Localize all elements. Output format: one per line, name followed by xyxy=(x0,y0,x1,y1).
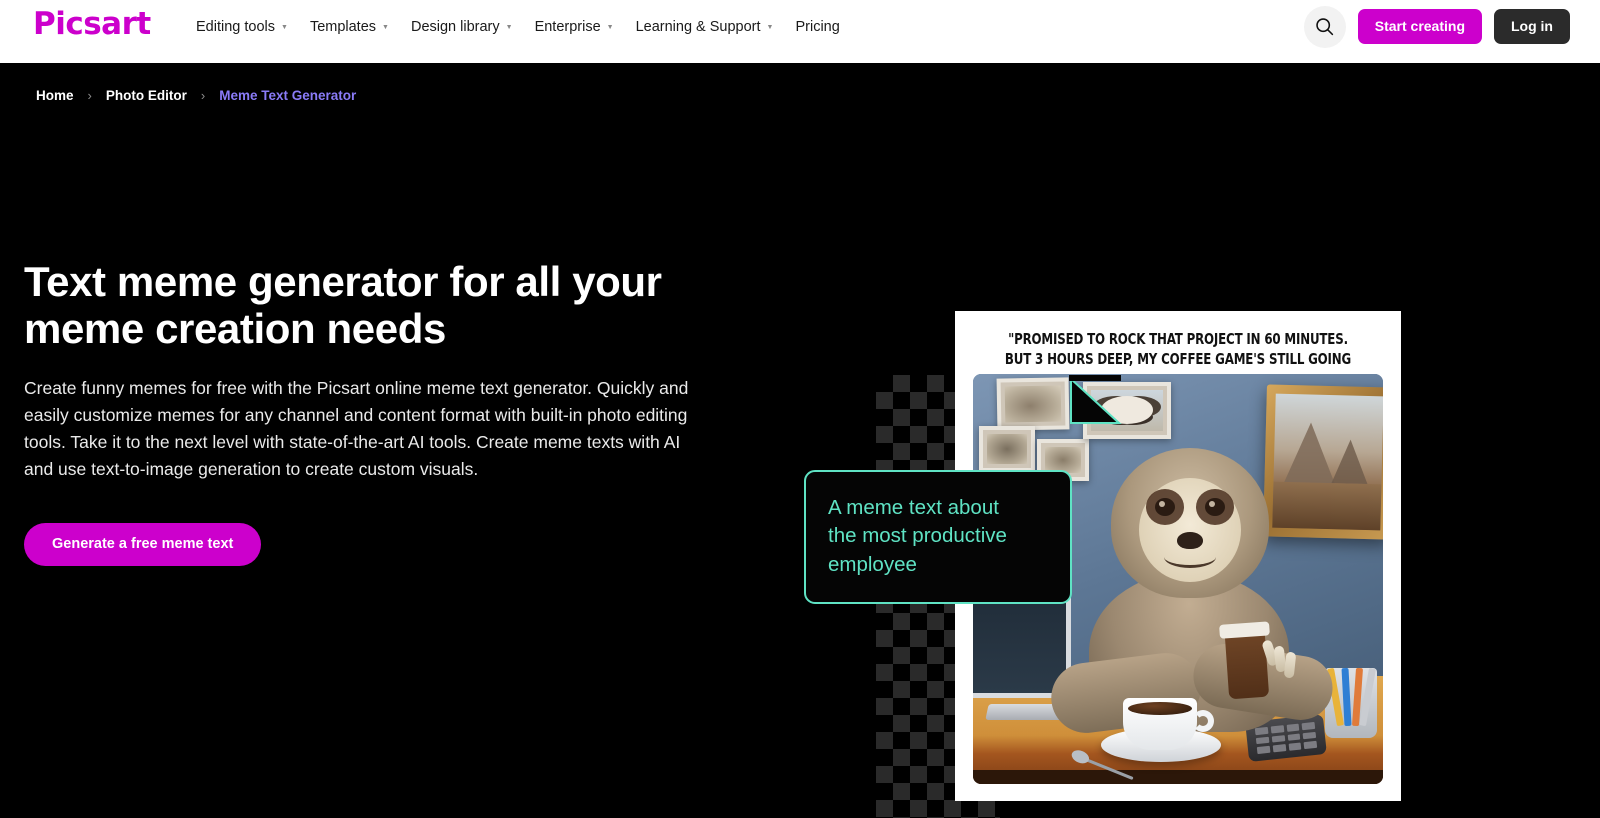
main-navigation: Editing tools ▼ Templates ▼ Design libra… xyxy=(196,0,862,53)
chevron-down-icon: ▼ xyxy=(505,24,513,31)
meme-preview-stage: "PROMISED TO ROCK THAT PROJECT IN 60 MIN… xyxy=(804,248,1436,818)
breadcrumb-separator-icon: › xyxy=(87,88,92,103)
chevron-down-icon: ▼ xyxy=(606,24,614,31)
wall-picture-frame xyxy=(996,377,1070,431)
nav-label: Design library xyxy=(410,18,500,35)
header-actions: Start creating Log in xyxy=(1303,0,1570,53)
chevron-down-icon: ▼ xyxy=(382,24,389,31)
chevron-down-icon: ▼ xyxy=(766,24,774,31)
search-button[interactable] xyxy=(1303,5,1346,48)
nav-item-templates[interactable]: Templates ▼ xyxy=(310,19,389,35)
wall-picture-frame xyxy=(979,426,1035,472)
search-icon xyxy=(1316,18,1334,36)
nav-item-editing-tools[interactable]: Editing tools ▼ xyxy=(196,19,288,35)
start-creating-button[interactable]: Start creating xyxy=(1357,9,1482,44)
breadcrumb-item-current[interactable]: Meme Text Generator xyxy=(219,88,356,103)
nav-label: Learning & Support xyxy=(635,18,761,35)
picsart-logo[interactable]: Picsart xyxy=(33,9,151,40)
generate-meme-text-button[interactable]: Generate a free meme text xyxy=(24,522,262,566)
chevron-down-icon: ▼ xyxy=(281,24,288,31)
speech-bubble-text: A meme text about the most productive em… xyxy=(828,496,1007,576)
nav-label: Enterprise xyxy=(534,18,601,35)
nav-label: Templates xyxy=(309,18,377,35)
sloth-illustration xyxy=(1047,442,1338,737)
login-button[interactable]: Log in xyxy=(1494,9,1570,44)
site-header: Picsart Editing tools ▼ Templates ▼ Desi… xyxy=(0,0,1600,63)
coffee-cup xyxy=(1123,698,1214,750)
nav-label: Editing tools xyxy=(196,18,275,35)
wall-picture-frame-sloth-photo xyxy=(1083,382,1171,439)
breadcrumb-item-home[interactable]: Home xyxy=(36,88,74,103)
breadcrumb: Home › Photo Editor › Meme Text Generato… xyxy=(36,88,356,103)
nav-label: Pricing xyxy=(795,18,840,35)
page-title: Text meme generator for all your meme cr… xyxy=(24,258,662,353)
page-body: Home › Photo Editor › Meme Text Generato… xyxy=(0,63,1600,818)
meme-text-speech-bubble[interactable]: A meme text about the most productive em… xyxy=(804,470,1072,604)
hero-text-column: Text meme generator for all your meme cr… xyxy=(24,258,724,566)
nav-item-design-library[interactable]: Design library ▼ xyxy=(411,19,513,35)
nav-item-pricing[interactable]: Pricing xyxy=(795,19,839,35)
breadcrumb-separator-icon: › xyxy=(200,88,206,103)
nav-item-learning-support[interactable]: Learning & Support ▼ xyxy=(636,19,774,35)
hero-description: Create funny memes for free with the Pic… xyxy=(24,377,689,479)
breadcrumb-item-photo-editor[interactable]: Photo Editor xyxy=(106,88,187,103)
nav-item-enterprise[interactable]: Enterprise ▼ xyxy=(535,19,614,35)
